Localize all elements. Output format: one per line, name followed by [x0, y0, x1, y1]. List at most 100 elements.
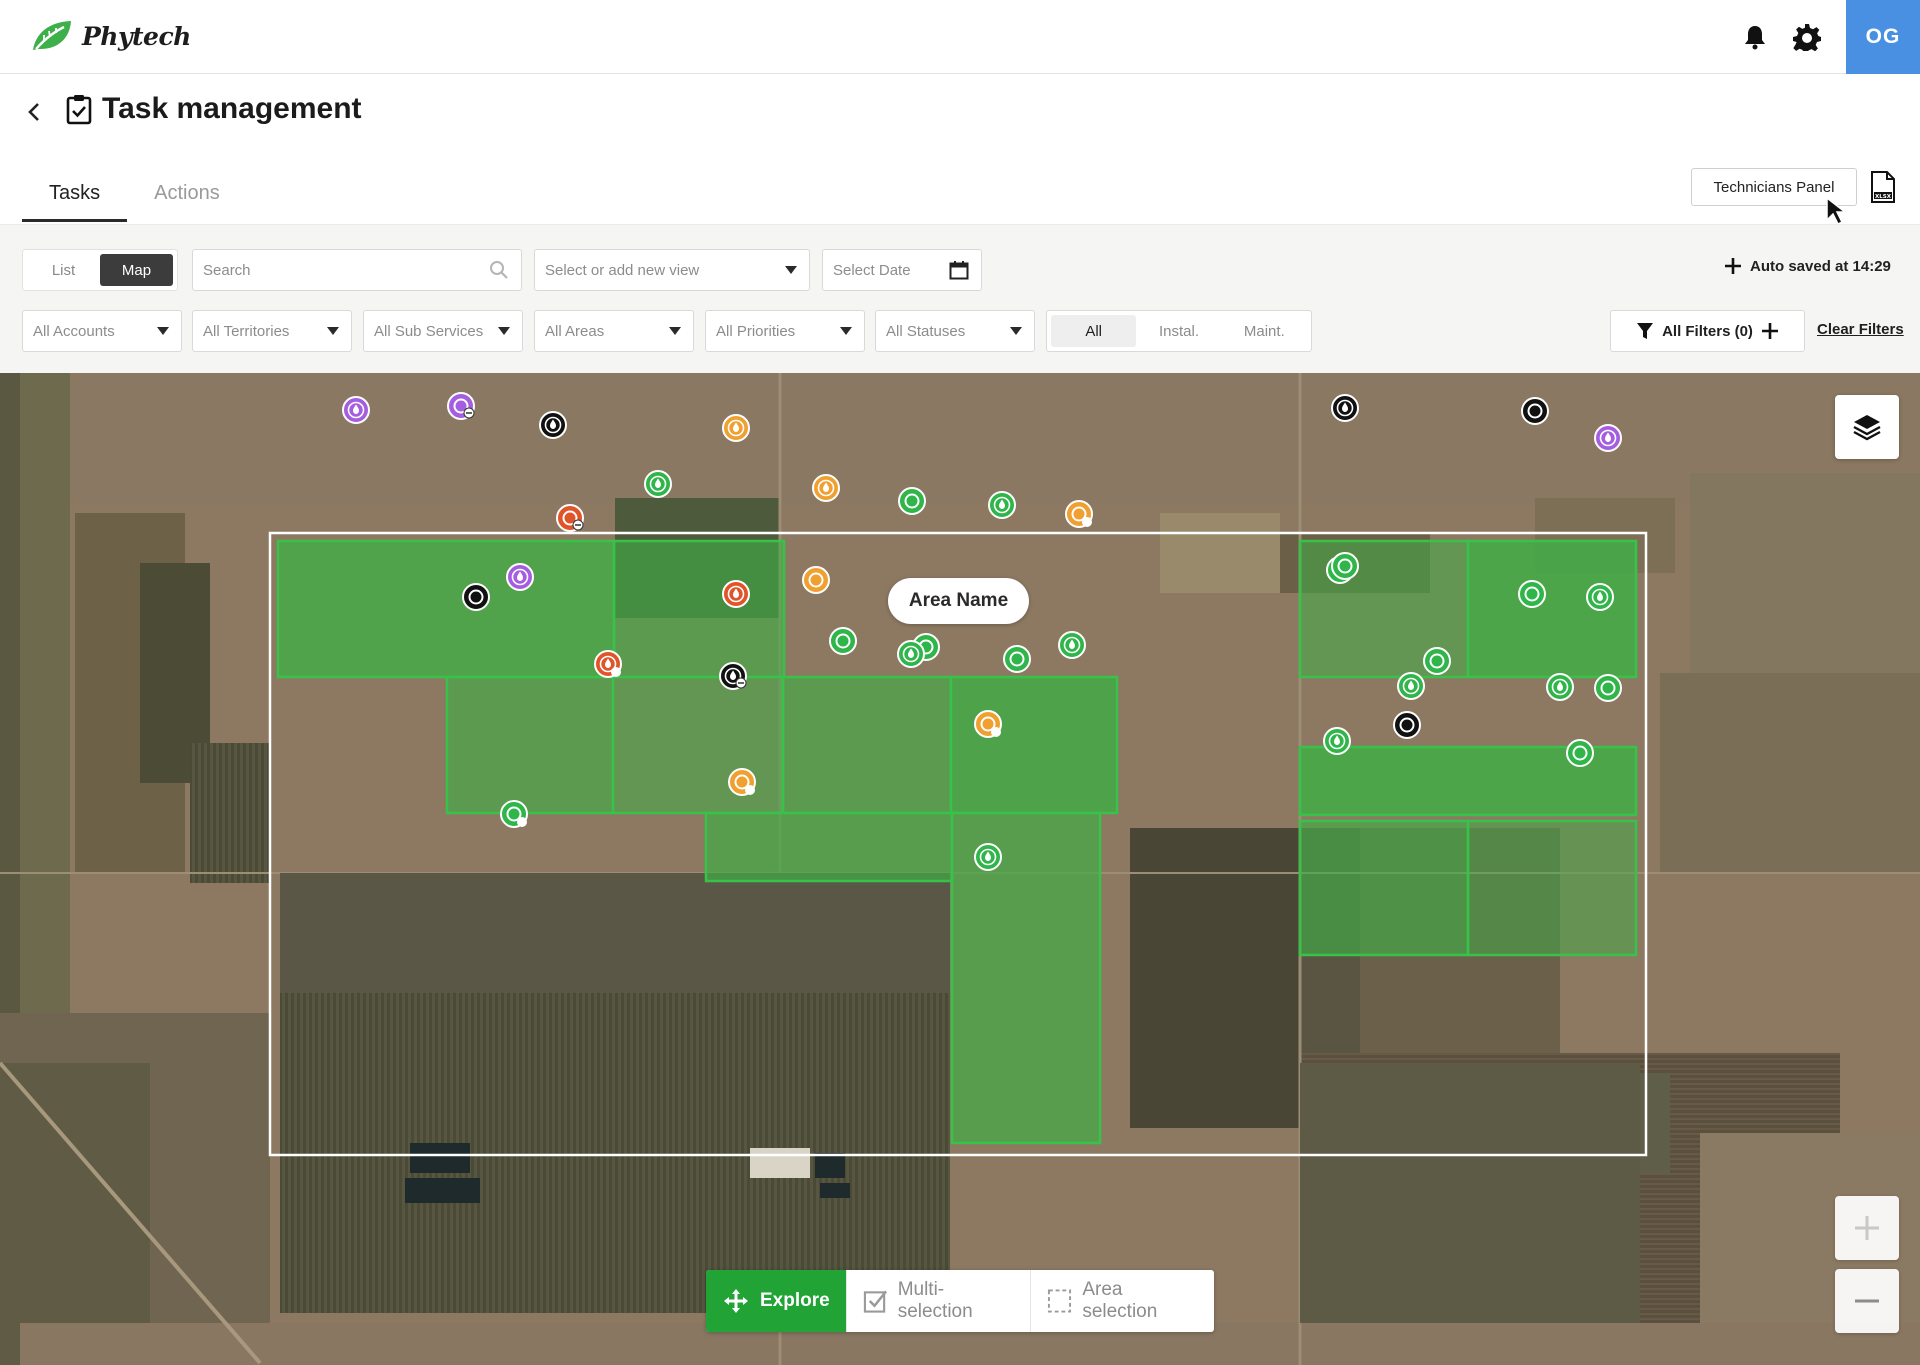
- back-chevron-icon[interactable]: [24, 98, 44, 126]
- green-task-marker[interactable]: [896, 639, 926, 669]
- multi-selection-mode-button[interactable]: Multi-selection: [847, 1270, 1032, 1332]
- territories-filter-value: All Territories: [203, 322, 290, 340]
- tabs: Tasks Actions: [22, 170, 247, 222]
- red-task-marker[interactable]: [593, 649, 623, 679]
- green-task-marker[interactable]: [1002, 644, 1032, 674]
- minus-icon: [1855, 1299, 1879, 1303]
- leaf-icon: [33, 21, 71, 50]
- green-task-marker[interactable]: [1585, 582, 1615, 612]
- search-placeholder: Search: [203, 261, 251, 279]
- explore-mode-label: Explore: [760, 1290, 830, 1311]
- satellite-map-image: [0, 373, 1920, 1365]
- explore-mode-button[interactable]: Explore: [706, 1270, 847, 1332]
- green-task-marker[interactable]: [828, 626, 858, 656]
- green-task-marker[interactable]: [1396, 671, 1426, 701]
- black-task-marker[interactable]: [461, 582, 491, 612]
- phytech-logo[interactable]: Phytech: [30, 18, 191, 54]
- priorities-filter[interactable]: All Priorities: [705, 310, 865, 352]
- autosave-status: Auto saved at 14:29: [1724, 257, 1891, 275]
- page-title: Task management: [102, 92, 362, 125]
- priorities-filter-value: All Priorities: [716, 322, 796, 340]
- green-task-marker[interactable]: [499, 799, 529, 829]
- green-task-marker[interactable]: [1593, 673, 1623, 703]
- orange-task-marker[interactable]: [811, 473, 841, 503]
- green-task-marker[interactable]: [897, 486, 927, 516]
- chevron-down-icon: [157, 327, 169, 335]
- territories-filter[interactable]: All Territories: [192, 310, 352, 352]
- map-view-button[interactable]: Map: [100, 254, 173, 286]
- multi-selection-mode-label: Multi-selection: [897, 1279, 973, 1322]
- areas-filter[interactable]: All Areas: [534, 310, 694, 352]
- purple-task-marker[interactable]: [505, 562, 535, 592]
- orange-task-marker[interactable]: [721, 413, 751, 443]
- black-task-marker[interactable]: [1330, 393, 1360, 423]
- notifications-bell-icon[interactable]: [1738, 20, 1772, 54]
- statuses-filter[interactable]: All Statuses: [875, 310, 1035, 352]
- type-installation-button[interactable]: Instal.: [1136, 315, 1221, 347]
- map-mode-toolbar: Explore Multi-selection Area selection: [706, 1270, 1214, 1332]
- chevron-down-icon: [327, 327, 339, 335]
- layers-button[interactable]: [1835, 395, 1899, 459]
- autosave-text: Auto saved at 14:29: [1750, 257, 1891, 275]
- black-task-marker[interactable]: [1392, 710, 1422, 740]
- orange-task-marker[interactable]: [801, 565, 831, 595]
- svg-text:XLSX: XLSX: [1875, 194, 1892, 200]
- green-task-marker[interactable]: [1330, 551, 1360, 581]
- accounts-filter[interactable]: All Accounts: [22, 310, 182, 352]
- map-view[interactable]: Area Name Explore Multi-selection Area s…: [0, 373, 1920, 1365]
- orange-task-marker[interactable]: [1064, 499, 1094, 529]
- purple-task-marker[interactable]: [446, 391, 476, 421]
- green-task-marker[interactable]: [1545, 672, 1575, 702]
- chevron-down-icon: [840, 327, 852, 335]
- green-task-marker[interactable]: [1057, 630, 1087, 660]
- black-task-marker[interactable]: [538, 410, 568, 440]
- chevron-down-icon: [785, 266, 797, 274]
- task-type-toggle: All Instal. Maint.: [1046, 310, 1312, 352]
- area-selection-mode-button[interactable]: Area selection: [1031, 1270, 1214, 1332]
- red-task-marker[interactable]: [721, 579, 751, 609]
- mouse-cursor-icon: [1824, 196, 1852, 226]
- search-icon: [490, 261, 508, 279]
- sub-services-filter[interactable]: All Sub Services: [363, 310, 523, 352]
- dashed-square-icon: [1048, 1289, 1072, 1313]
- date-picker[interactable]: Select Date: [822, 249, 982, 291]
- view-toggle: List Map: [22, 249, 178, 291]
- statuses-filter-value: All Statuses: [886, 322, 966, 340]
- green-task-marker[interactable]: [973, 842, 1003, 872]
- green-task-marker[interactable]: [1322, 726, 1352, 756]
- zoom-in-button[interactable]: [1835, 1196, 1899, 1260]
- area-name-label[interactable]: Area Name: [888, 578, 1029, 624]
- black-task-marker[interactable]: [718, 661, 748, 691]
- all-filters-label: All Filters (0): [1662, 322, 1753, 340]
- search-input[interactable]: Search: [192, 249, 522, 291]
- zoom-out-button[interactable]: [1835, 1269, 1899, 1333]
- clear-filters-link[interactable]: Clear Filters: [1817, 321, 1904, 338]
- green-task-marker[interactable]: [1422, 646, 1452, 676]
- plus-icon: [1761, 323, 1778, 339]
- settings-gear-icon[interactable]: [1790, 20, 1824, 54]
- tab-tasks[interactable]: Tasks: [22, 170, 128, 222]
- orange-task-marker[interactable]: [973, 709, 1003, 739]
- red-task-marker[interactable]: [555, 503, 585, 533]
- accounts-filter-value: All Accounts: [33, 322, 115, 340]
- chevron-down-icon: [498, 327, 510, 335]
- purple-task-marker[interactable]: [1593, 423, 1623, 453]
- green-task-marker[interactable]: [1565, 738, 1595, 768]
- filter-panel: List Map Search Select or add new view S…: [0, 224, 1920, 373]
- green-task-marker[interactable]: [987, 490, 1017, 520]
- tab-actions[interactable]: Actions: [127, 170, 247, 222]
- areas-filter-value: All Areas: [545, 322, 605, 340]
- all-filters-button[interactable]: All Filters (0): [1610, 310, 1805, 352]
- xlsx-file-icon[interactable]: XLSX: [1870, 170, 1896, 204]
- user-avatar[interactable]: OG: [1846, 0, 1920, 74]
- orange-task-marker[interactable]: [727, 767, 757, 797]
- list-view-button[interactable]: List: [27, 254, 100, 286]
- type-all-button[interactable]: All: [1051, 315, 1137, 347]
- green-task-marker[interactable]: [643, 469, 673, 499]
- purple-task-marker[interactable]: [341, 395, 371, 425]
- type-maintenance-button[interactable]: Maint.: [1222, 315, 1307, 347]
- black-task-marker[interactable]: [1520, 396, 1550, 426]
- calendar-icon: [949, 261, 969, 280]
- view-select[interactable]: Select or add new view: [534, 249, 810, 291]
- green-task-marker[interactable]: [1517, 579, 1547, 609]
